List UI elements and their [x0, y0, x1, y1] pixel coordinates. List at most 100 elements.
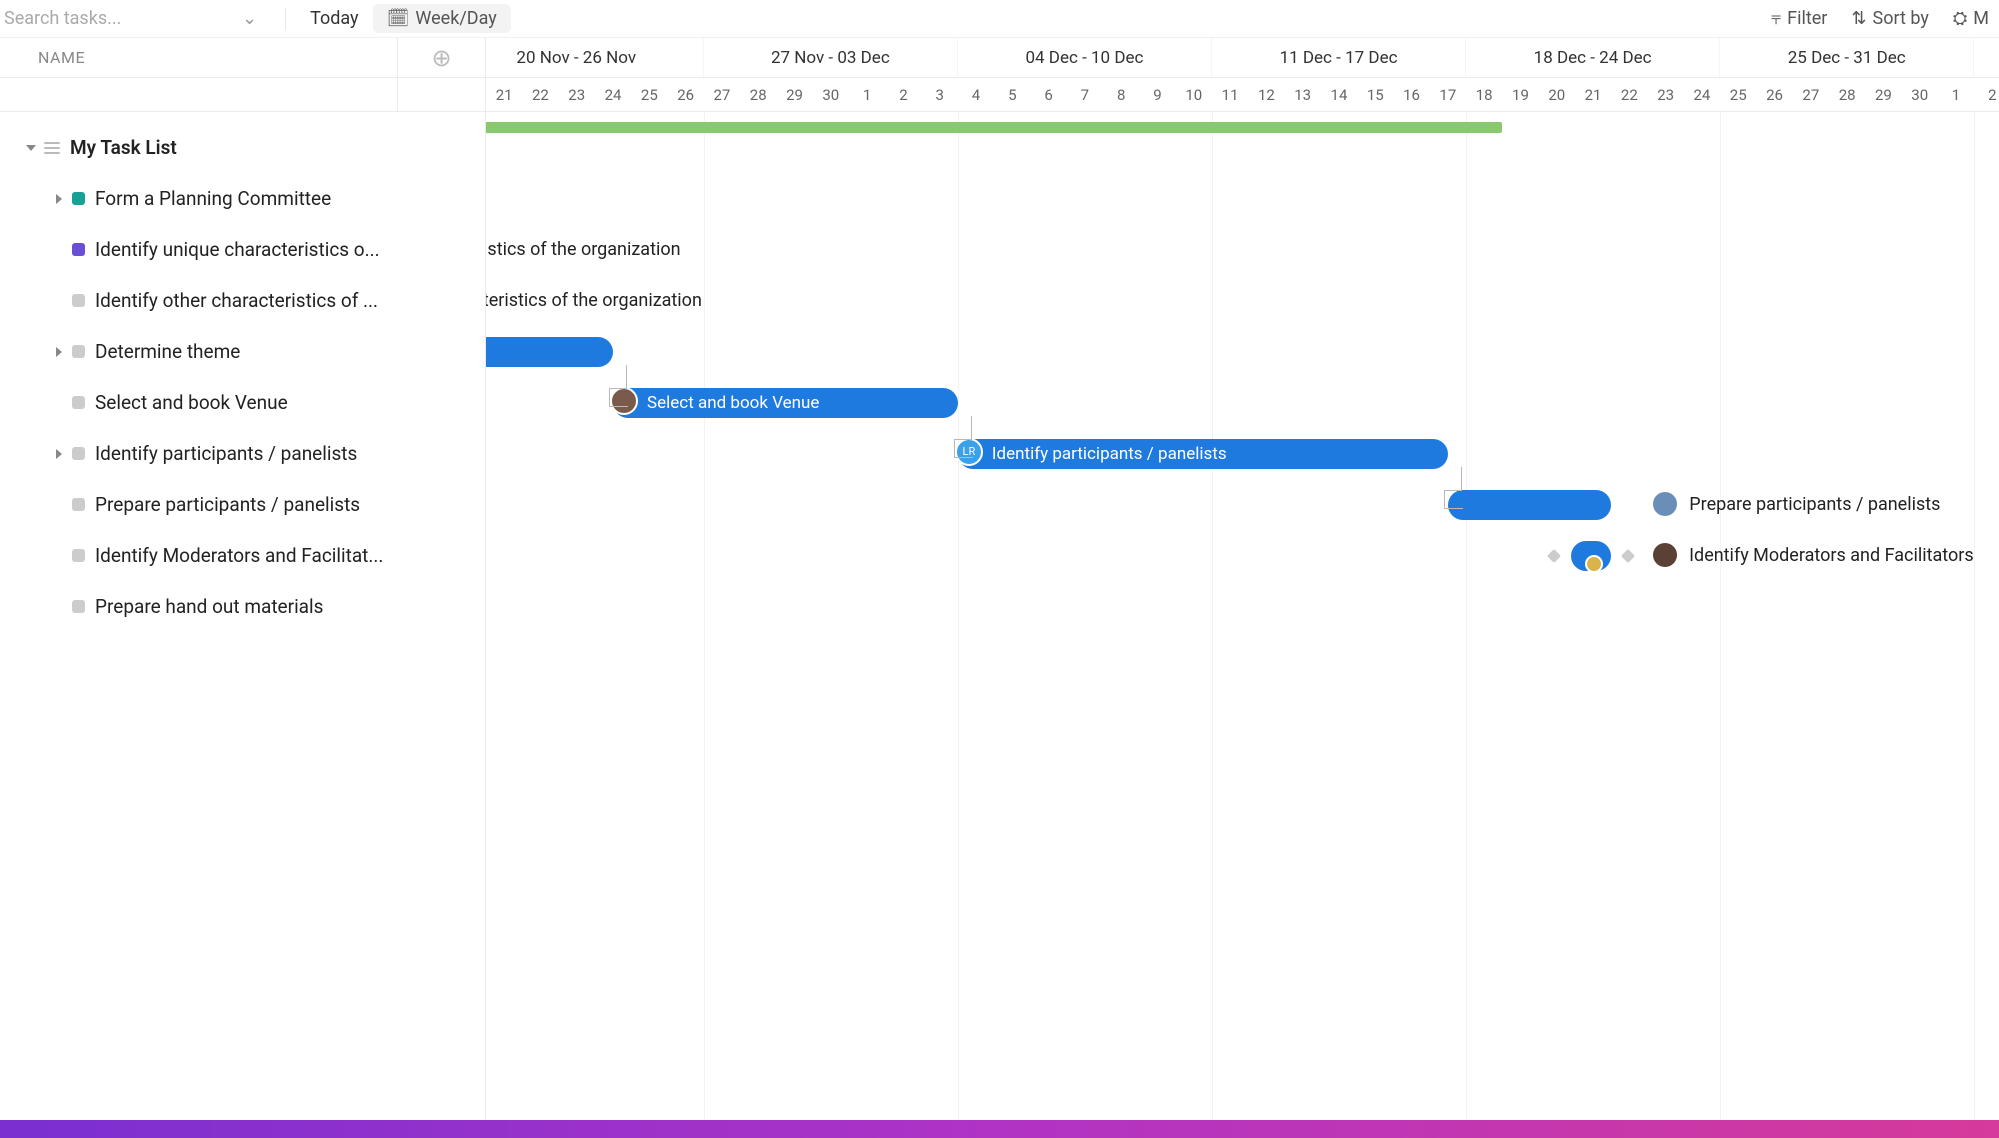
- sidebar-task-item[interactable]: Identify other characteristics of ...: [0, 275, 485, 326]
- day-header[interactable]: 4: [958, 78, 994, 111]
- day-header[interactable]: 28: [1829, 78, 1865, 111]
- day-header[interactable]: 8: [1103, 78, 1139, 111]
- week-header[interactable]: 01 Jan - 07 Jan: [1974, 38, 1999, 77]
- day-header[interactable]: 12: [1248, 78, 1284, 111]
- chevron-down-icon[interactable]: ⌄: [224, 8, 275, 29]
- caret-icon[interactable]: [26, 145, 36, 151]
- sidebar-task-item[interactable]: Prepare participants / panelists: [0, 479, 485, 530]
- day-header[interactable]: 29: [776, 78, 812, 111]
- gantt-bar[interactable]: Select and book Venue: [613, 388, 958, 418]
- day-header[interactable]: 27: [1793, 78, 1829, 111]
- today-button[interactable]: Today: [296, 4, 372, 33]
- filter-icon: ⫧: [1771, 8, 1781, 29]
- day-header[interactable]: 1: [849, 78, 885, 111]
- gantt-bar[interactable]: LRIdentify participants / panelists: [958, 439, 1448, 469]
- day-header[interactable]: 22: [522, 78, 558, 111]
- sidebar-task-item[interactable]: Identify participants / panelists: [0, 428, 485, 479]
- sidebar-task-item[interactable]: Identify unique characteristics o...: [0, 224, 485, 275]
- dependency-line: [1444, 491, 1463, 509]
- filter-button[interactable]: ⫧Filter: [1771, 8, 1827, 29]
- day-header[interactable]: 24: [1684, 78, 1720, 111]
- task-bullet: [72, 294, 85, 307]
- day-header[interactable]: 6: [1030, 78, 1066, 111]
- day-header[interactable]: 22: [1611, 78, 1647, 111]
- sort-icon: ⇅: [1851, 8, 1866, 29]
- day-header[interactable]: 19: [1502, 78, 1538, 111]
- week-header[interactable]: 27 Nov - 03 Dec: [704, 38, 958, 77]
- day-header[interactable]: 14: [1321, 78, 1357, 111]
- day-header[interactable]: 26: [1756, 78, 1792, 111]
- calendar-icon: 🗓: [387, 8, 410, 29]
- more-button[interactable]: ⛭M: [1953, 8, 1989, 29]
- day-header[interactable]: 25: [631, 78, 667, 111]
- week-header[interactable]: 18 Dec - 24 Dec: [1466, 38, 1720, 77]
- milestone-diamond[interactable]: [1621, 548, 1635, 562]
- week-header[interactable]: 04 Dec - 10 Dec: [958, 38, 1212, 77]
- sidebar-task-item[interactable]: Form a Planning Committee: [0, 173, 485, 224]
- gantt-bar[interactable]: [1448, 490, 1611, 520]
- day-header[interactable]: 23: [559, 78, 595, 111]
- day-header[interactable]: 11: [1212, 78, 1248, 111]
- sidebar-task-item[interactable]: Determine theme: [0, 326, 485, 377]
- caret-icon[interactable]: [56, 347, 62, 357]
- list-title[interactable]: My Task List: [70, 136, 177, 159]
- day-header[interactable]: 30: [813, 78, 849, 111]
- week-header[interactable]: 25 Dec - 31 Dec: [1720, 38, 1974, 77]
- milestone-diamond[interactable]: [1547, 548, 1561, 562]
- caret-icon[interactable]: [56, 194, 62, 204]
- zoom-toggle[interactable]: 🗓 Week/Day: [373, 4, 511, 33]
- week-header[interactable]: 20 Nov - 26 Nov: [486, 38, 704, 77]
- sidebar-task-item[interactable]: Identify Moderators and Facilitat...: [0, 530, 485, 581]
- task-label: Identify unique characteristics o...: [95, 238, 380, 261]
- day-header[interactable]: 24: [595, 78, 631, 111]
- week-header[interactable]: 11 Dec - 17 Dec: [1212, 38, 1466, 77]
- day-header[interactable]: 1: [1938, 78, 1974, 111]
- assignee-avatar[interactable]: [1651, 490, 1679, 518]
- truncated-bar-label[interactable]: ify other characteristics of the organiz…: [486, 290, 702, 311]
- sidebar-task-item[interactable]: Prepare hand out materials: [0, 581, 485, 632]
- add-column-button[interactable]: ⊕: [398, 38, 486, 77]
- sidebar-task-item[interactable]: Select and book Venue: [0, 377, 485, 428]
- summary-bar[interactable]: [486, 122, 1502, 133]
- day-header[interactable]: 30: [1902, 78, 1938, 111]
- timeline-week-header: 20 Nov - 26 Nov27 Nov - 03 Dec04 Dec - 1…: [486, 38, 1999, 77]
- day-header[interactable]: 10: [1176, 78, 1212, 111]
- day-header[interactable]: 28: [740, 78, 776, 111]
- day-header[interactable]: 2: [1974, 78, 1999, 111]
- assignee-avatar[interactable]: [1651, 541, 1679, 569]
- day-header[interactable]: 15: [1357, 78, 1393, 111]
- gantt-bar[interactable]: e theme: [486, 337, 613, 367]
- gantt-area[interactable]: ommitteenique characteristics of the org…: [486, 112, 1999, 1120]
- day-header[interactable]: 16: [1393, 78, 1429, 111]
- name-column-header[interactable]: NAME: [0, 38, 398, 77]
- day-header[interactable]: 3: [922, 78, 958, 111]
- timeline-day-header[interactable]: 2122232425262728293012345678910111213141…: [486, 78, 1999, 111]
- day-header[interactable]: 9: [1139, 78, 1175, 111]
- day-header[interactable]: 25: [1720, 78, 1756, 111]
- task-bullet: [72, 243, 85, 256]
- search-input[interactable]: Search tasks...: [4, 8, 224, 29]
- caret-icon[interactable]: [56, 449, 62, 459]
- day-header[interactable]: 21: [1575, 78, 1611, 111]
- day-header[interactable]: 26: [667, 78, 703, 111]
- day-header[interactable]: 21: [486, 78, 522, 111]
- bar-label-outside[interactable]: Identify Moderators and Facilitators: [1689, 545, 1973, 566]
- day-header[interactable]: 2: [885, 78, 921, 111]
- truncated-bar-label[interactable]: nique characteristics of the organizatio…: [486, 239, 681, 260]
- day-header[interactable]: 18: [1466, 78, 1502, 111]
- assignee-avatar[interactable]: [1585, 555, 1603, 573]
- day-header[interactable]: 27: [704, 78, 740, 111]
- sort-button[interactable]: ⇅Sort by: [1851, 8, 1928, 29]
- top-toolbar: Search tasks... ⌄ Today 🗓 Week/Day ⫧Filt…: [0, 0, 1999, 38]
- day-header[interactable]: 29: [1865, 78, 1901, 111]
- task-label: Identify Moderators and Facilitat...: [95, 544, 383, 567]
- day-header[interactable]: 7: [1067, 78, 1103, 111]
- day-header[interactable]: 5: [994, 78, 1030, 111]
- bar-label: Identify participants / panelists: [992, 444, 1227, 464]
- sidebar-list-item[interactable]: My Task List: [0, 122, 485, 173]
- day-header[interactable]: 23: [1648, 78, 1684, 111]
- day-header[interactable]: 13: [1285, 78, 1321, 111]
- day-header[interactable]: 20: [1539, 78, 1575, 111]
- bar-label-outside[interactable]: Prepare participants / panelists: [1689, 494, 1940, 515]
- day-header[interactable]: 17: [1430, 78, 1466, 111]
